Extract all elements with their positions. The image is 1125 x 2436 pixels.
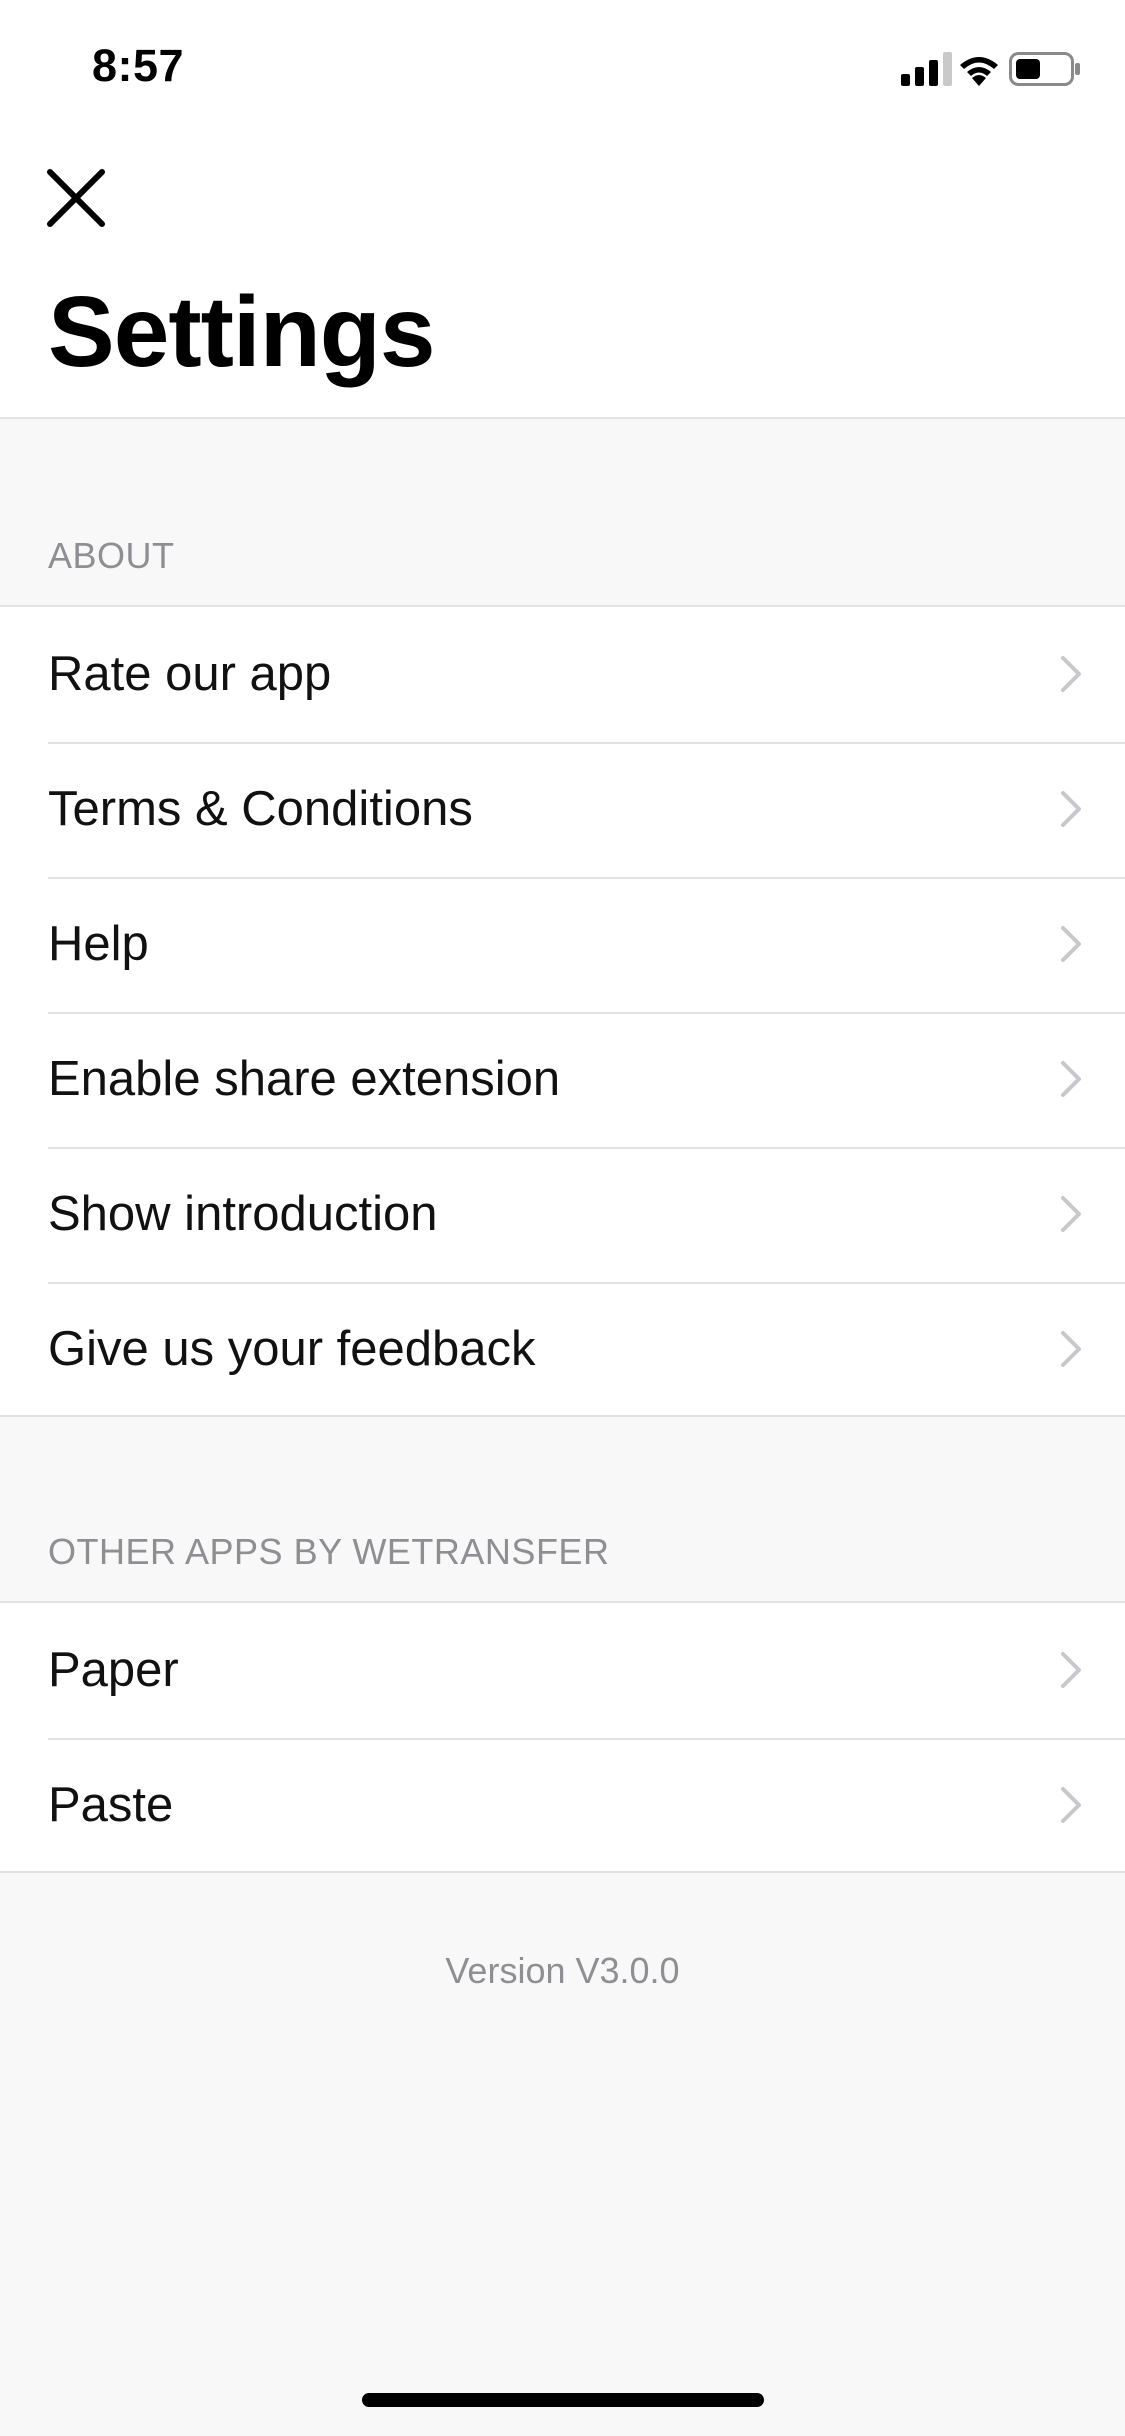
- list-item-label: Rate our app: [48, 647, 332, 701]
- page-title: Settings: [48, 276, 435, 388]
- chevron-right-icon: [1061, 1787, 1081, 1823]
- home-indicator[interactable]: [362, 2393, 764, 2407]
- list-item-enable-share-extension[interactable]: Enable share extension: [0, 1012, 1125, 1147]
- status-time: 8:57: [92, 40, 185, 91]
- list-item-label: Show introduction: [48, 1187, 438, 1241]
- list-item-label: Give us your feedback: [48, 1322, 536, 1376]
- chevron-right-icon: [1061, 656, 1081, 692]
- status-bar: 8:57: [0, 0, 1125, 132]
- about-group: Rate our app Terms & Conditions Help Ena…: [0, 605, 1125, 1417]
- list-item-paste[interactable]: Paste: [0, 1738, 1125, 1873]
- chevron-right-icon: [1061, 1652, 1081, 1688]
- header-area: 8:57 Settings: [0, 0, 1125, 419]
- chevron-right-icon: [1061, 791, 1081, 827]
- wifi-icon: [960, 57, 998, 86]
- list-item-paper[interactable]: Paper: [0, 1603, 1125, 1738]
- list-item-rate-our-app[interactable]: Rate our app: [0, 607, 1125, 742]
- list-item-label: Help: [48, 917, 149, 971]
- close-button[interactable]: [44, 166, 108, 230]
- close-icon: [47, 169, 105, 227]
- list-item-label: Paper: [48, 1643, 179, 1697]
- list-item-label: Terms & Conditions: [48, 782, 473, 836]
- version-label: Version V3.0.0: [445, 1950, 680, 1991]
- other-apps-group: Paper Paste: [0, 1601, 1125, 1873]
- list-item-label: Enable share extension: [48, 1052, 561, 1106]
- list-item-label: Paste: [48, 1778, 174, 1832]
- chevron-right-icon: [1061, 926, 1081, 962]
- list-item-give-feedback[interactable]: Give us your feedback: [0, 1282, 1125, 1417]
- chevron-right-icon: [1061, 1061, 1081, 1097]
- chevron-right-icon: [1061, 1196, 1081, 1232]
- battery-icon: [1009, 52, 1080, 86]
- list-item-show-introduction[interactable]: Show introduction: [0, 1147, 1125, 1282]
- list-item-help[interactable]: Help: [0, 877, 1125, 1012]
- section-header-about: ABOUT: [48, 535, 175, 576]
- list-item-terms-conditions[interactable]: Terms & Conditions: [0, 742, 1125, 877]
- section-header-other-apps: OTHER APPS BY WETRANSFER: [48, 1531, 610, 1572]
- chevron-right-icon: [1061, 1331, 1081, 1367]
- cellular-signal-icon: [901, 52, 952, 86]
